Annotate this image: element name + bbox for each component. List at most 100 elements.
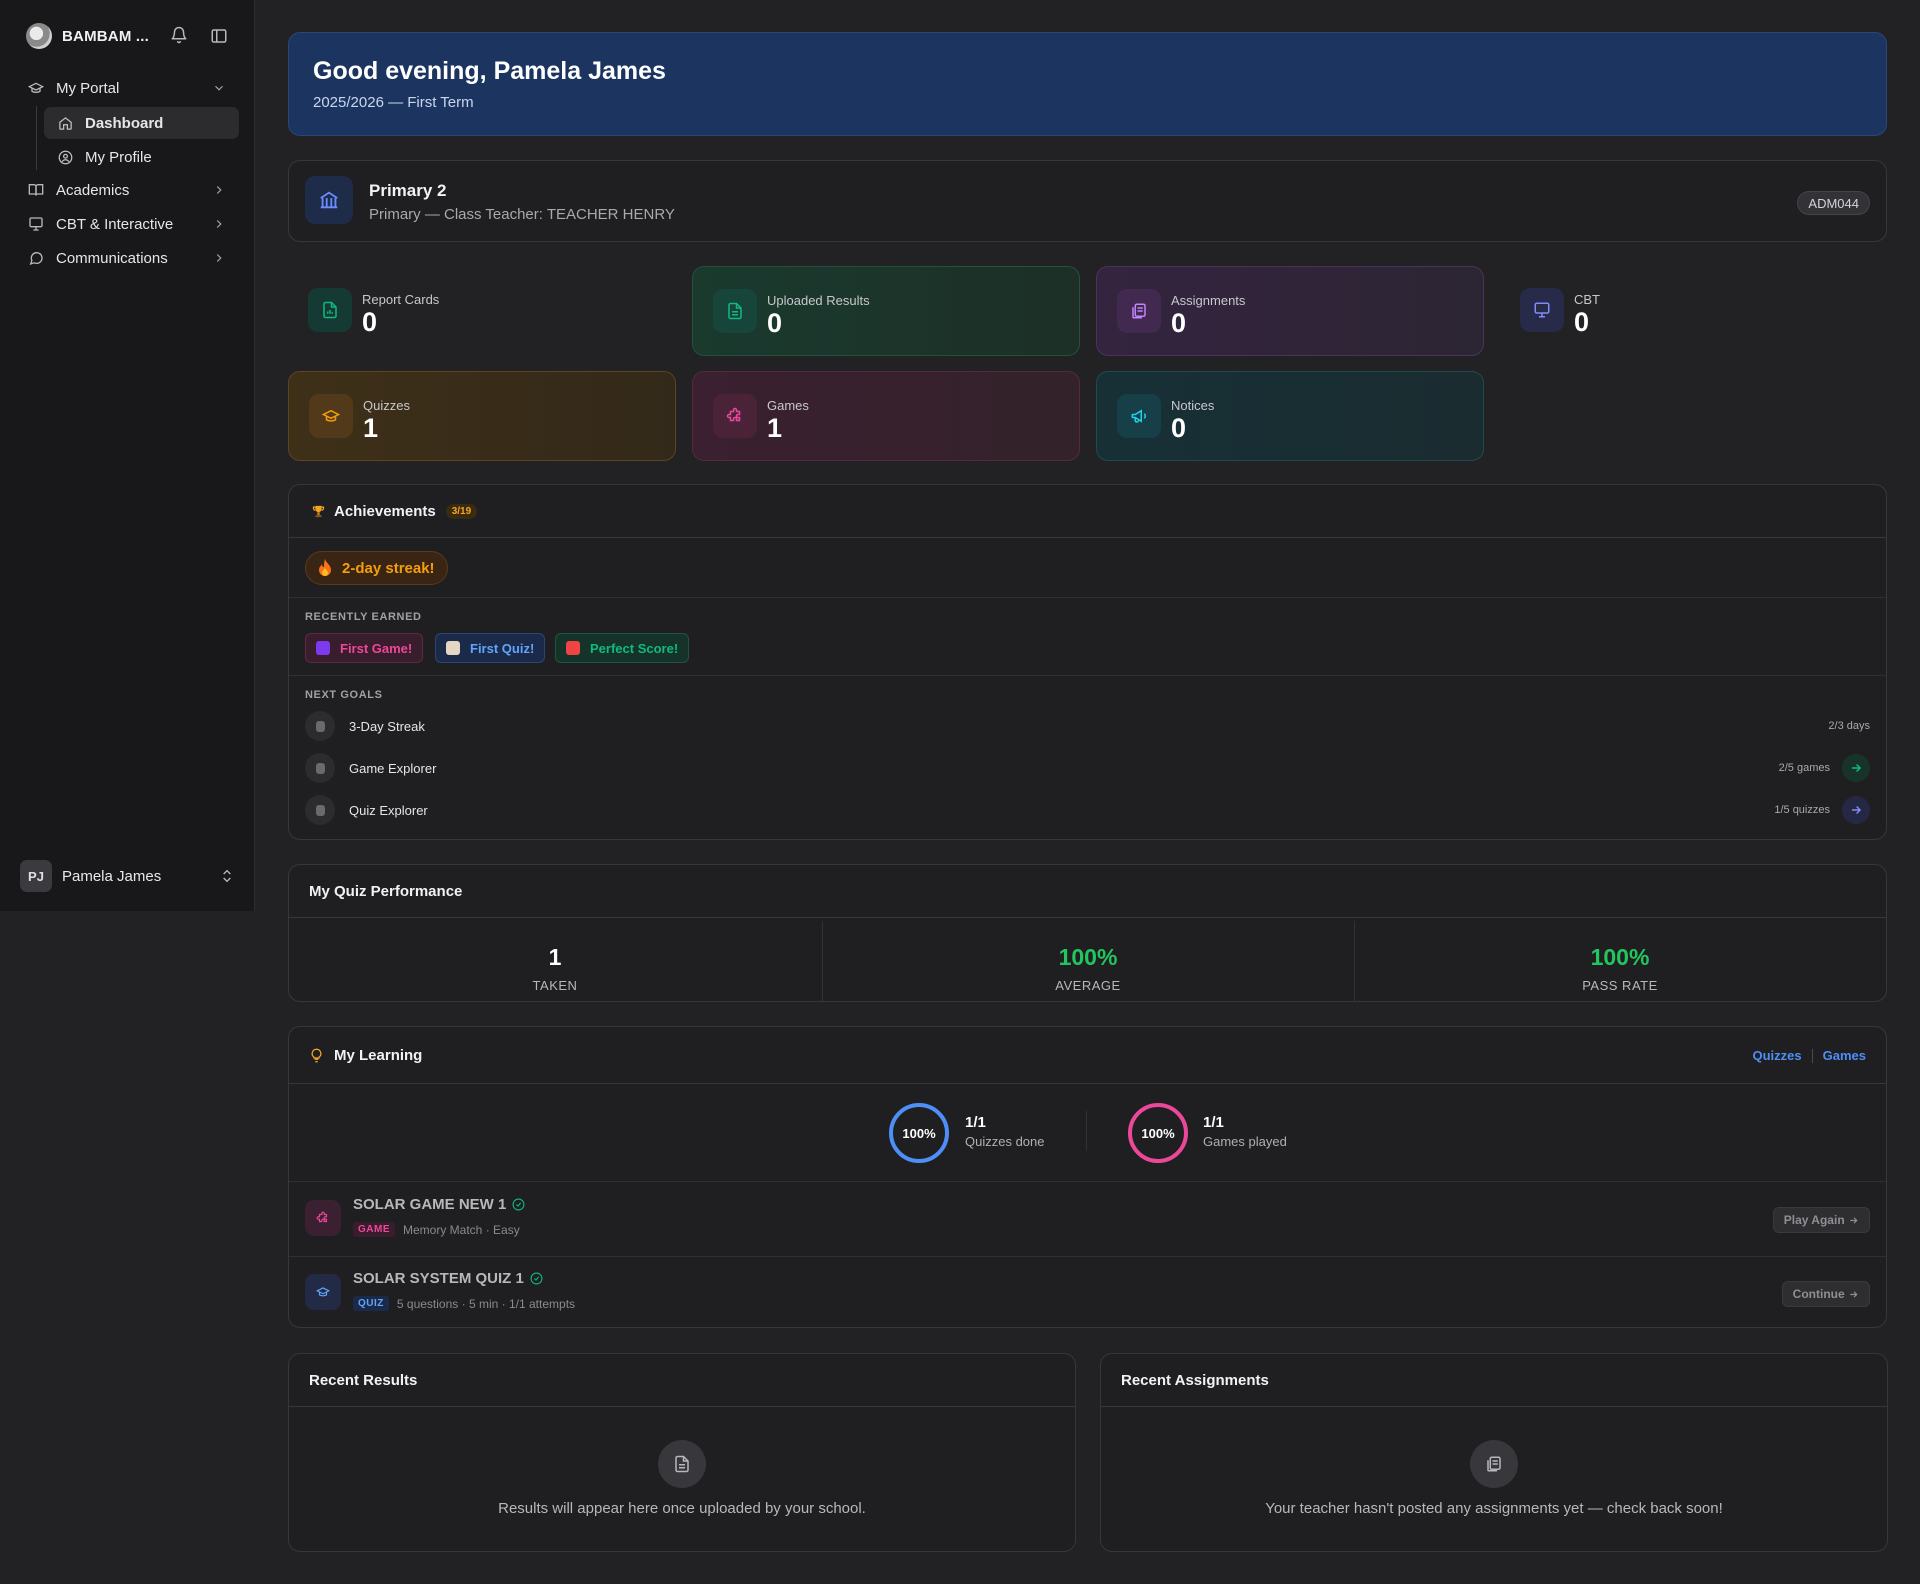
goal-name: Quiz Explorer — [349, 802, 428, 818]
badge-label: Perfect Score! — [590, 640, 679, 656]
greeting-banner: Good evening, Pamela James 2025/2026 — F… — [288, 32, 1887, 136]
arrow-right-icon — [1848, 1215, 1859, 1226]
stat-label: Quizzes — [363, 398, 410, 413]
stat-cbt[interactable]: CBT 0 — [1500, 266, 1888, 356]
nav-communications[interactable]: Communications — [18, 242, 240, 274]
nav-cbt-interactive[interactable]: CBT & Interactive — [18, 208, 240, 240]
nav-academics[interactable]: Academics — [18, 174, 240, 206]
list-item[interactable]: SOLAR SYSTEM QUIZ 1 QUIZ 5 questions · 5… — [289, 1256, 1886, 1330]
stat-value: 0 — [767, 308, 783, 338]
stat-games[interactable]: Games 1 — [692, 371, 1080, 461]
sidebar-header: BAMBAM ... — [26, 22, 234, 50]
graduation-cap-icon — [28, 80, 44, 96]
graduation-cap-icon — [309, 394, 353, 438]
meta-text: Memory Match — [403, 1222, 483, 1237]
continue-button[interactable]: Continue — [1781, 1281, 1870, 1307]
goal-row: Quiz Explorer 1/5 quizzes — [305, 794, 1870, 826]
avatar: PJ — [20, 860, 52, 892]
quiz-performance-title: My Quiz Performance — [289, 865, 1886, 918]
book-icon — [28, 182, 44, 198]
games-link[interactable]: Games — [1823, 1048, 1866, 1063]
stat-label: CBT — [1574, 292, 1600, 307]
monitor-icon — [1520, 288, 1564, 332]
streak-badge: 2-day streak! — [305, 551, 448, 585]
ring-percent: 100% — [902, 1125, 936, 1141]
flame-icon — [305, 711, 335, 741]
gamepad-icon — [305, 753, 335, 783]
chevron-down-icon — [212, 81, 226, 95]
bell-icon[interactable] — [170, 26, 188, 44]
quiz-performance-card: My Quiz Performance 1 TAKEN 100% AVERAGE… — [288, 864, 1887, 1002]
badge-first-game: First Game! — [305, 633, 424, 663]
goal-row: 3-Day Streak 2/3 days — [305, 710, 1870, 742]
average-label: AVERAGE — [1055, 978, 1121, 993]
button-label: Play Again — [1783, 1213, 1845, 1227]
stat-report-cards[interactable]: Report Cards 0 — [288, 266, 676, 356]
megaphone-icon — [1117, 394, 1161, 438]
achievements-count: 3/19 — [445, 503, 478, 519]
puzzle-icon — [305, 1200, 341, 1236]
graduation-cap-icon — [305, 1274, 341, 1310]
next-goals-label: NEXT GOALS — [305, 689, 383, 701]
stat-value: 0 — [362, 307, 378, 337]
stat-value: 0 — [1574, 307, 1590, 337]
recent-assignments-title: Recent Assignments — [1101, 1354, 1887, 1407]
learning-links: Quizzes Games — [1753, 1048, 1867, 1063]
nav-my-profile[interactable]: My Profile — [44, 141, 239, 173]
taken-stat: 1 TAKEN — [289, 920, 821, 1002]
file-icon — [658, 1440, 706, 1488]
arrow-right-icon[interactable] — [1842, 796, 1870, 824]
item-meta: QUIZ 5 questions · 5 min · 1/1 attempts — [353, 1296, 575, 1311]
check-circle-icon — [530, 1272, 543, 1285]
type-tag: GAME — [353, 1222, 395, 1237]
chevron-right-icon — [212, 183, 226, 197]
nav-label: Academics — [56, 181, 130, 199]
list-item[interactable]: SOLAR GAME NEW 1 GAME Memory Match · Eas… — [289, 1182, 1886, 1256]
stat-notices[interactable]: Notices 0 — [1096, 371, 1484, 461]
goal-progress: 2/5 games — [1778, 762, 1830, 774]
play-again-button[interactable]: Play Again — [1772, 1207, 1870, 1233]
stat-quizzes[interactable]: Quizzes 1 — [288, 371, 676, 461]
goal-progress: 2/3 days — [1828, 720, 1870, 732]
monitor-icon — [28, 216, 44, 232]
trophy-icon — [311, 504, 326, 519]
stat-uploaded-results[interactable]: Uploaded Results 0 — [692, 266, 1080, 356]
achievements-title: Achievements — [334, 502, 436, 520]
item-title: SOLAR SYSTEM QUIZ 1 — [353, 1270, 524, 1287]
user-menu[interactable]: PJ Pamela James — [20, 860, 235, 892]
pass-rate-stat: 100% PASS RATE — [1354, 920, 1886, 1002]
taken-value: 1 — [548, 944, 562, 970]
meta-text: · 1/1 attempts — [501, 1296, 576, 1311]
sidebar-toggle-icon[interactable] — [210, 27, 228, 45]
nav-dashboard[interactable]: Dashboard — [44, 107, 239, 139]
chevron-right-icon — [212, 251, 226, 265]
meta-text: 5 questions — [396, 1296, 459, 1311]
taken-label: TAKEN — [532, 978, 578, 993]
stat-label: Report Cards — [362, 292, 440, 307]
recent-assignments-card: Recent Assignments Your teacher hasn't p… — [1100, 1353, 1888, 1552]
goal-progress: 1/5 quizzes — [1774, 804, 1830, 816]
badge-label: First Quiz! — [470, 640, 535, 656]
quizzes-progress-ring: 100% — [888, 1102, 950, 1164]
tree-line — [36, 106, 37, 170]
stat-assignments[interactable]: Assignments 0 — [1096, 266, 1484, 356]
nav-label: Dashboard — [85, 114, 164, 132]
divider — [289, 597, 1886, 598]
school-logo — [26, 23, 52, 49]
my-learning-header: My Learning — [289, 1027, 1886, 1084]
ring-percent: 100% — [1141, 1125, 1175, 1141]
quizzes-link[interactable]: Quizzes — [1753, 1048, 1802, 1063]
stat-label: Assignments — [1171, 293, 1246, 308]
arrow-right-icon[interactable] — [1842, 754, 1870, 782]
chevron-right-icon — [212, 217, 226, 231]
nav-label: My Profile — [85, 148, 152, 166]
class-name: Primary 2 — [369, 181, 447, 200]
divider — [289, 675, 1886, 676]
school-name[interactable]: BAMBAM ... — [62, 28, 149, 45]
nav-my-portal[interactable]: My Portal — [18, 72, 240, 104]
achievements-header: Achievements 3/19 — [289, 485, 1886, 538]
divider — [1086, 1111, 1087, 1151]
stat-value: 1 — [767, 413, 783, 443]
stat-label: Games — [767, 398, 809, 413]
meta-text: · 5 min — [461, 1296, 499, 1311]
